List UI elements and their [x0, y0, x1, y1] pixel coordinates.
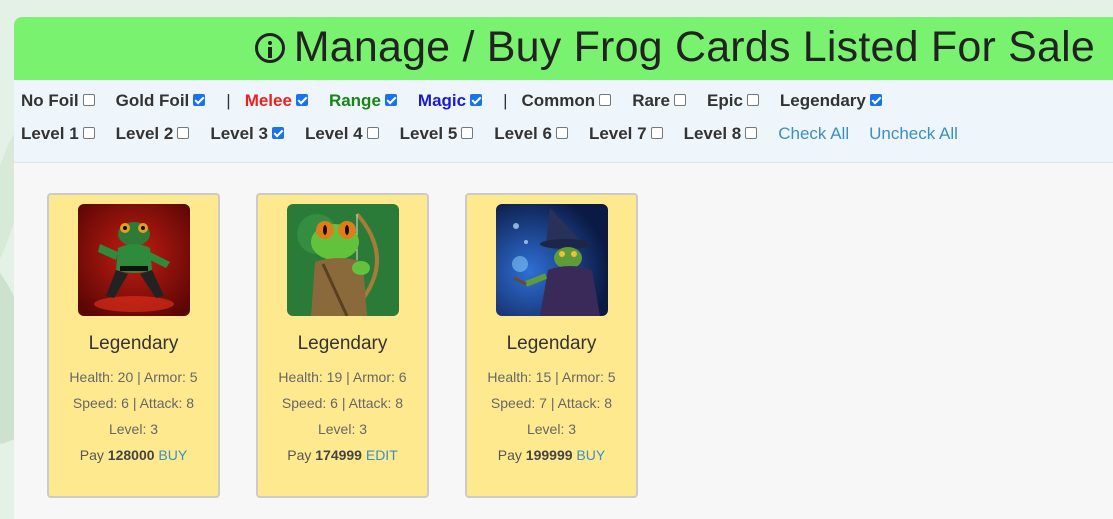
filter-level-7[interactable]: Level 7	[589, 124, 663, 144]
checked-checkbox[interactable]	[295, 94, 308, 106]
filter-gold-foil[interactable]: Gold Foil	[116, 91, 206, 111]
filter-epic[interactable]: Epic	[707, 91, 759, 111]
red-ninja-frog-image	[77, 204, 190, 316]
card-health-armor: Health: 19 | Armor: 6	[278, 369, 407, 385]
unchecked-checkbox[interactable]	[82, 127, 95, 139]
filter-label: Level 3	[210, 124, 268, 143]
filter-level-1[interactable]: Level 1	[21, 124, 95, 144]
filter-range[interactable]: Range	[329, 91, 397, 111]
frog-card[interactable]: Legendary Health: 20 | Armor: 5 Speed: 6…	[47, 193, 220, 498]
unchecked-checkbox[interactable]	[650, 127, 663, 139]
checked-checkbox[interactable]	[384, 94, 397, 106]
frog-card[interactable]: Legendary Health: 19 | Armor: 6 Speed: 6…	[256, 193, 429, 498]
filter-no-foil[interactable]: No Foil	[21, 91, 95, 111]
card-rarity: Legendary	[506, 333, 597, 354]
filter-label: Level 2	[115, 124, 174, 143]
archer-frog-image	[286, 204, 399, 316]
unchecked-checkbox[interactable]	[674, 94, 686, 106]
filter-rare[interactable]: Rare	[632, 91, 686, 111]
card-price: Pay 199999 BUY	[497, 447, 606, 463]
filter-level-3[interactable]: Level 3	[210, 124, 284, 144]
card-grid: Legendary Health: 20 | Armor: 5 Speed: 6…	[14, 163, 1113, 519]
card-price: Pay 174999 EDIT	[287, 447, 398, 463]
card-rarity: Legendary	[88, 333, 179, 354]
filter-label: Epic	[707, 91, 743, 110]
page-title: Manage / Buy Frog Cards Listed For Sale	[293, 23, 1095, 71]
uncheck-all-link[interactable]: Uncheck All	[869, 124, 958, 144]
filter-label: Level 4	[304, 124, 363, 143]
filter-level-5[interactable]: Level 5	[400, 124, 474, 144]
filter-label: Range	[328, 91, 381, 110]
checked-checkbox[interactable]	[271, 127, 284, 139]
filter-label: Level 8	[683, 124, 742, 143]
card-health-armor: Health: 20 | Armor: 5	[69, 369, 198, 385]
filter-panel: No Foil Gold Foil | Melee Range Magic | Common R…	[14, 80, 1113, 163]
checked-checkbox[interactable]	[470, 94, 483, 106]
price-value: 174999	[315, 447, 362, 463]
card-level: Level: 3	[108, 421, 159, 437]
filter-level-2[interactable]: Level 2	[116, 124, 190, 144]
filter-legendary[interactable]: Legendary	[780, 91, 882, 111]
wizard-frog-image	[495, 204, 608, 316]
unchecked-checkbox[interactable]	[745, 127, 758, 139]
filter-level-6[interactable]: Level 6	[494, 124, 568, 144]
checked-checkbox[interactable]	[193, 94, 206, 106]
card-price: Pay 128000 BUY	[79, 447, 188, 463]
page-header: Manage / Buy Frog Cards Listed For Sale	[14, 17, 1113, 80]
filter-separator: |	[226, 91, 231, 110]
filter-row-type: No Foil Gold Foil | Melee Range Magic | Common R…	[21, 91, 903, 111]
filter-label: Level 1	[21, 124, 79, 143]
filter-row-level: Level 1 Level 2 Level 3 Level 4 Level 5 Level…	[21, 124, 978, 144]
unchecked-checkbox[interactable]	[177, 127, 190, 139]
unchecked-checkbox[interactable]	[461, 127, 474, 139]
unchecked-checkbox[interactable]	[599, 94, 612, 106]
card-level: Level: 3	[526, 421, 577, 437]
filter-label: Gold Foil	[115, 91, 190, 110]
filter-label: Level 5	[399, 124, 458, 143]
filter-label: Legendary	[779, 91, 866, 110]
filter-label: Rare	[632, 91, 670, 110]
card-health-armor: Health: 15 | Armor: 5	[487, 369, 616, 385]
card-speed-attack: Speed: 6 | Attack: 8	[281, 395, 404, 411]
filter-label: No Foil	[21, 91, 79, 110]
check-all-link[interactable]: Check All	[778, 124, 849, 144]
filter-separator: |	[503, 91, 508, 110]
unchecked-checkbox[interactable]	[366, 127, 379, 139]
filter-level-8[interactable]: Level 8	[684, 124, 758, 144]
buy-button[interactable]: BUY	[158, 447, 187, 463]
filter-melee[interactable]: Melee	[245, 91, 308, 111]
filter-common[interactable]: Common	[522, 91, 612, 111]
filter-label: Level 7	[588, 124, 647, 143]
filter-label: Melee	[244, 91, 292, 110]
card-speed-attack: Speed: 7 | Attack: 8	[490, 395, 613, 411]
card-level: Level: 3	[317, 421, 368, 437]
unchecked-checkbox[interactable]	[82, 94, 95, 106]
filter-magic[interactable]: Magic	[417, 91, 483, 111]
filter-level-4[interactable]: Level 4	[305, 124, 379, 144]
unchecked-checkbox[interactable]	[746, 94, 759, 106]
card-speed-attack: Speed: 6 | Attack: 8	[72, 395, 195, 411]
info-icon[interactable]	[254, 32, 285, 63]
card-rarity: Legendary	[297, 333, 388, 354]
filter-label: Level 6	[494, 124, 552, 143]
checked-checkbox[interactable]	[869, 94, 882, 106]
unchecked-checkbox[interactable]	[555, 127, 568, 139]
buy-button[interactable]: BUY	[576, 447, 605, 463]
filter-label: Common	[521, 91, 596, 110]
edit-button[interactable]: EDIT	[366, 447, 398, 463]
frog-card[interactable]: Legendary Health: 15 | Armor: 5 Speed: 7…	[465, 193, 638, 498]
filter-label: Magic	[417, 91, 467, 110]
price-value: 199999	[525, 447, 573, 463]
price-value: 128000	[107, 447, 155, 463]
